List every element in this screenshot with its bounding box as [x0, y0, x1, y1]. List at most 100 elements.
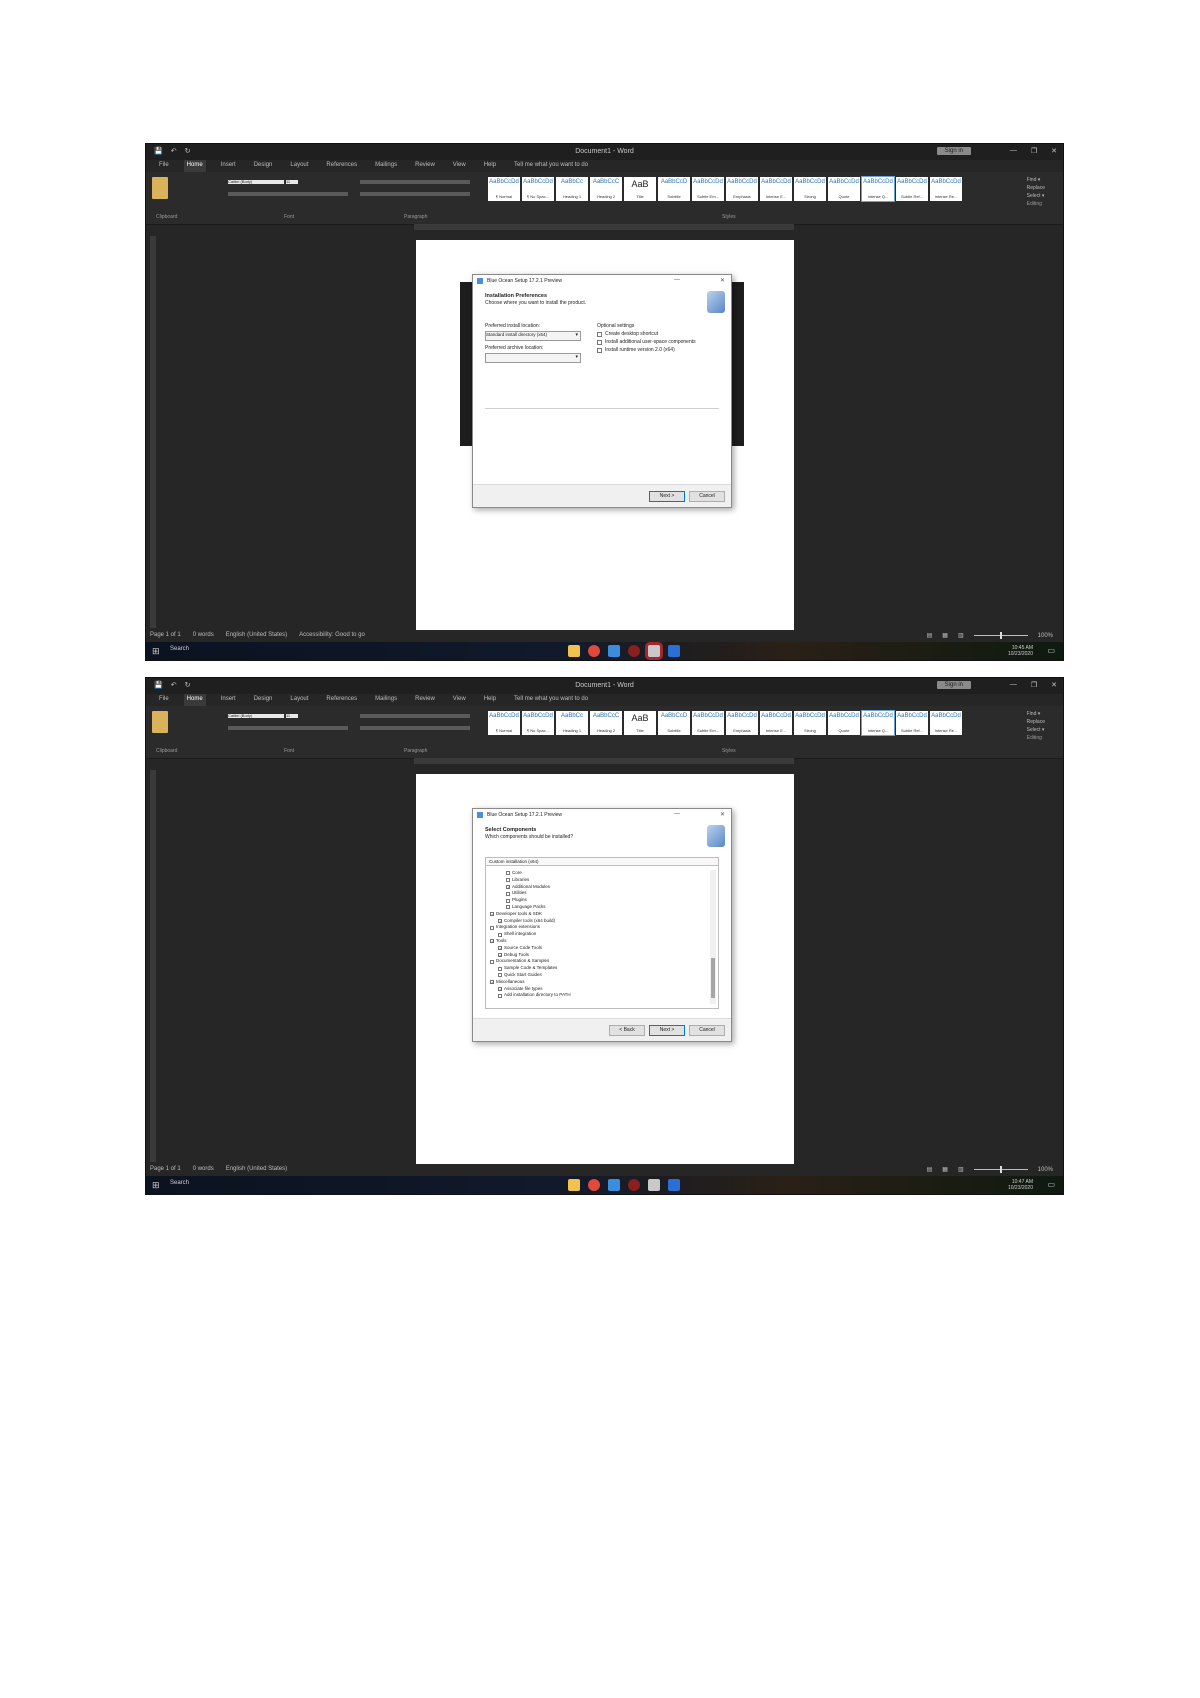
- app-icon[interactable]: [628, 1179, 640, 1191]
- checkbox-checked-icon[interactable]: ✓: [498, 952, 502, 957]
- style-normal[interactable]: AaBbCcDd ¶ Normal: [488, 711, 520, 735]
- checkbox[interactable]: [597, 331, 602, 337]
- option-row[interactable]: Create desktop shortcut: [597, 331, 696, 337]
- dialog-close-icon[interactable]: ✕: [720, 811, 725, 818]
- paragraph-row-2[interactable]: [360, 726, 470, 730]
- taskbar-search[interactable]: Search: [170, 646, 189, 652]
- tree-item[interactable]: ✓ Associate file types: [490, 986, 704, 993]
- tab-review[interactable]: Review: [412, 160, 438, 172]
- tab-mailings[interactable]: Mailings: [372, 160, 400, 172]
- find-button[interactable]: Find ▾: [1027, 176, 1045, 184]
- tree-item[interactable]: ✓ Miscellaneous: [490, 979, 704, 986]
- tree-item[interactable]: Utilities: [490, 890, 704, 897]
- style-no-spacing[interactable]: AaBbCcDd ¶ No Spac...: [522, 711, 554, 735]
- checkbox-icon[interactable]: [498, 932, 502, 937]
- notification-icon[interactable]: ▭: [1047, 646, 1055, 655]
- select-button[interactable]: Select ▾: [1027, 726, 1045, 734]
- component-list[interactable]: Custom installation (x64) Core Libraries ✓…: [485, 857, 719, 1009]
- file-explorer-icon[interactable]: [568, 645, 580, 657]
- dialog-minimize-icon[interactable]: —: [674, 811, 680, 818]
- word-icon[interactable]: [668, 645, 680, 657]
- tab-layout[interactable]: Layout: [287, 160, 311, 172]
- read-mode-icon[interactable]: ▤: [927, 632, 933, 639]
- style-intense-quote[interactable]: AaBbCcDd Intense Q...: [861, 176, 895, 202]
- document-page[interactable]: Blue Ocean Setup 17.2.1 Preview — ✕ Inst…: [416, 240, 794, 630]
- checkbox-checked-icon[interactable]: ✓: [498, 918, 502, 923]
- tab-review[interactable]: Review: [412, 694, 438, 706]
- accessibility-status[interactable]: Accessibility: Good to go: [299, 632, 365, 638]
- style-intense-reference[interactable]: AaBbCcDd Intense Re...: [930, 711, 962, 735]
- font-size-box[interactable]: 11: [286, 714, 298, 718]
- tree-item[interactable]: ✓ Tools: [490, 938, 704, 945]
- find-button[interactable]: Find ▾: [1027, 710, 1045, 718]
- font-format-row[interactable]: [228, 192, 348, 196]
- font-name-box[interactable]: Calibri (Body): [228, 180, 284, 184]
- tree-item[interactable]: Shell integration: [490, 931, 704, 938]
- dialog-minimize-icon[interactable]: —: [674, 277, 680, 284]
- tab-design[interactable]: Design: [251, 694, 276, 706]
- style-intense-emphasis[interactable]: AaBbCcDd Intense E...: [760, 177, 792, 201]
- font-size-box[interactable]: 11: [286, 180, 298, 184]
- checkbox-icon[interactable]: [490, 925, 494, 930]
- notification-icon[interactable]: ▭: [1047, 1180, 1055, 1189]
- dialog-close-icon[interactable]: ✕: [720, 277, 725, 284]
- minimize-icon[interactable]: —: [1010, 681, 1017, 689]
- tree-item[interactable]: ✓ Developer tools & SDK: [490, 911, 704, 918]
- style-quote[interactable]: AaBbCcDd Quote: [828, 711, 860, 735]
- tab-insert[interactable]: Insert: [218, 694, 239, 706]
- horizontal-ruler[interactable]: [414, 224, 794, 230]
- style-subtle-reference[interactable]: AaBbCcDd Subtle Ref...: [896, 711, 928, 735]
- zoom-slider[interactable]: [973, 1166, 1028, 1173]
- back-button[interactable]: < Back: [609, 1025, 645, 1036]
- tab-view[interactable]: View: [450, 694, 469, 706]
- tree-scrollbar[interactable]: [710, 870, 716, 1004]
- tree-item[interactable]: Sample Code & Templates: [490, 965, 704, 972]
- tree-item[interactable]: ✓ Source Code Tools: [490, 945, 704, 952]
- style-heading-1[interactable]: AaBbCc Heading 1: [556, 711, 588, 735]
- paste-icon[interactable]: [152, 711, 168, 733]
- word-count[interactable]: 0 words: [193, 1166, 214, 1172]
- tree-item[interactable]: ✓ Compiler tools (x64 build): [490, 918, 704, 925]
- style-subtle-reference[interactable]: AaBbCcDd Subtle Ref...: [896, 177, 928, 201]
- style-intense-emphasis[interactable]: AaBbCcDd Intense E...: [760, 711, 792, 735]
- app-icon[interactable]: [608, 1179, 620, 1191]
- close-icon[interactable]: ✕: [1051, 147, 1057, 155]
- vertical-ruler[interactable]: [150, 236, 156, 628]
- close-icon[interactable]: ✕: [1051, 681, 1057, 689]
- style-subtitle[interactable]: AaBbCcD Subtitle: [658, 711, 690, 735]
- next-button[interactable]: Next >: [649, 491, 685, 502]
- checkbox-icon[interactable]: [498, 973, 502, 978]
- language-status[interactable]: English (United States): [226, 632, 287, 638]
- maximize-icon[interactable]: ❐: [1031, 681, 1037, 689]
- style-subtitle[interactable]: AaBbCcD Subtitle: [658, 177, 690, 201]
- tell-me-search[interactable]: Tell me what you want to do: [511, 160, 591, 172]
- checkbox-icon[interactable]: [506, 898, 510, 903]
- scrollbar-thumb[interactable]: [711, 958, 715, 998]
- style-emphasis[interactable]: AaBbCcDd Emphasis: [726, 177, 758, 201]
- checkbox-checked-icon[interactable]: ✓: [490, 939, 494, 944]
- tab-design[interactable]: Design: [251, 160, 276, 172]
- style-normal[interactable]: AaBbCcDd ¶ Normal: [488, 177, 520, 201]
- chrome-icon[interactable]: [588, 645, 600, 657]
- next-button[interactable]: Next >: [649, 1025, 685, 1036]
- page-count[interactable]: Page 1 of 1: [150, 1166, 181, 1172]
- checkbox-icon[interactable]: [498, 966, 502, 971]
- horizontal-ruler[interactable]: [414, 758, 794, 764]
- tree-item[interactable]: Quick Start Guides: [490, 972, 704, 979]
- select-button[interactable]: Select ▾: [1027, 192, 1045, 200]
- installation-type-dropdown[interactable]: Custom installation (x64): [486, 858, 718, 866]
- style-no-spacing[interactable]: AaBbCcDd ¶ No Spac...: [522, 177, 554, 201]
- style-subtle-emphasis[interactable]: AaBbCcDd Subtle Em...: [692, 177, 724, 201]
- style-title[interactable]: AaB Title: [624, 711, 656, 735]
- style-emphasis[interactable]: AaBbCcDd Emphasis: [726, 711, 758, 735]
- maximize-icon[interactable]: ❐: [1031, 147, 1037, 155]
- tab-view[interactable]: View: [450, 160, 469, 172]
- zoom-level[interactable]: 100%: [1038, 633, 1053, 639]
- style-intense-reference[interactable]: AaBbCcDd Intense Re...: [930, 177, 962, 201]
- font-name-box[interactable]: Calibri (Body): [228, 714, 284, 718]
- checkbox-checked-icon[interactable]: ✓: [498, 986, 502, 991]
- system-clock[interactable]: 10:47 AM 10/23/2020: [1008, 1179, 1033, 1191]
- checkbox-checked-icon[interactable]: ✓: [490, 912, 494, 917]
- tree-item[interactable]: Core: [490, 870, 704, 877]
- active-app-icon[interactable]: [648, 1179, 660, 1191]
